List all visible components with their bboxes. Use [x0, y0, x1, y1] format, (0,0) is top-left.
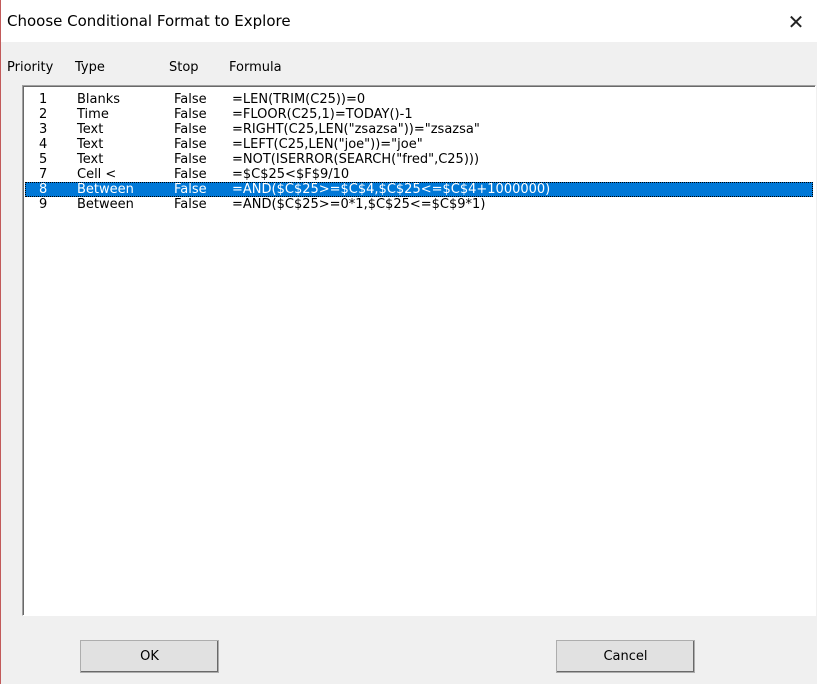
cell-priority: 8 — [39, 182, 48, 197]
cell-stop: False — [174, 137, 207, 152]
cell-formula: =LEN(TRIM(C25))=0 — [232, 92, 366, 107]
list-item[interactable]: 8 Between False =AND($C$25>=$C$4,$C$25<=$C$… — [25, 182, 813, 197]
cell-type: Time — [77, 107, 109, 122]
cell-priority: 9 — [39, 197, 48, 212]
cell-type: Between — [77, 197, 134, 212]
cell-type: Text — [77, 152, 104, 167]
cell-stop: False — [174, 182, 207, 197]
cell-formula: =LEFT(C25,LEN("joe"))="joe" — [232, 137, 423, 152]
column-header-formula: Formula — [229, 60, 282, 75]
cell-formula: =FLOOR(C25,1)=TODAY()-1 — [232, 107, 413, 122]
column-header-stop: Stop — [169, 60, 199, 75]
conditional-format-list[interactable]: 1 Blanks False =LEN(TRIM(C25))=0 2 Time False =… — [22, 85, 816, 616]
cell-stop: False — [174, 152, 207, 167]
list-item[interactable]: 1 Blanks False =LEN(TRIM(C25))=0 — [25, 92, 813, 107]
ok-button[interactable]: OK — [80, 640, 219, 673]
list-item[interactable]: 7 Cell < False =$C$25<$F$9/10 — [25, 167, 813, 182]
cell-formula: =AND($C$25>=$C$4,$C$25<=$C$4+1000000) — [232, 182, 551, 197]
column-header-priority: Priority — [7, 60, 54, 75]
dialog-window: Choose Conditional Format to Explore ✕ P… — [0, 0, 817, 684]
cell-type: Text — [77, 122, 104, 137]
cell-formula: =AND($C$25>=0*1,$C$25<=$C$9*1) — [232, 197, 486, 212]
cell-type: Text — [77, 137, 104, 152]
list-item[interactable]: 4 Text False =LEFT(C25,LEN("joe"))="joe" — [25, 137, 813, 152]
list-item[interactable]: 3 Text False =RIGHT(C25,LEN("zsazsa"))="zsa… — [25, 122, 813, 137]
cell-formula: =NOT(ISERROR(SEARCH("fred",C25))) — [232, 152, 480, 167]
cell-priority: 1 — [39, 92, 48, 107]
cell-type: Blanks — [77, 92, 121, 107]
cell-formula: =$C$25<$F$9/10 — [232, 167, 350, 182]
column-header-type: Type — [75, 60, 105, 75]
cell-priority: 3 — [39, 122, 48, 137]
list-item[interactable]: 9 Between False =AND($C$25>=0*1,$C$25<=$C$9… — [25, 197, 813, 212]
list-item[interactable]: 2 Time False =FLOOR(C25,1)=TODAY()-1 — [25, 107, 813, 122]
cell-stop: False — [174, 92, 207, 107]
dialog-title: Choose Conditional Format to Explore — [7, 12, 291, 30]
close-icon[interactable]: ✕ — [774, 0, 817, 42]
cell-type: Cell < — [77, 167, 117, 182]
cell-type: Between — [77, 182, 134, 197]
cell-priority: 2 — [39, 107, 48, 122]
cell-priority: 4 — [39, 137, 48, 152]
cell-stop: False — [174, 197, 207, 212]
cell-priority: 5 — [39, 152, 48, 167]
list-item[interactable]: 5 Text False =NOT(ISERROR(SEARCH("fred",C25… — [25, 152, 813, 167]
cell-formula: =RIGHT(C25,LEN("zsazsa"))="zsazsa" — [232, 122, 480, 137]
title-bar: Choose Conditional Format to Explore ✕ — [1, 0, 817, 42]
cell-priority: 7 — [39, 167, 48, 182]
cell-stop: False — [174, 122, 207, 137]
cell-stop: False — [174, 107, 207, 122]
cell-stop: False — [174, 167, 207, 182]
cancel-button[interactable]: Cancel — [556, 640, 695, 673]
